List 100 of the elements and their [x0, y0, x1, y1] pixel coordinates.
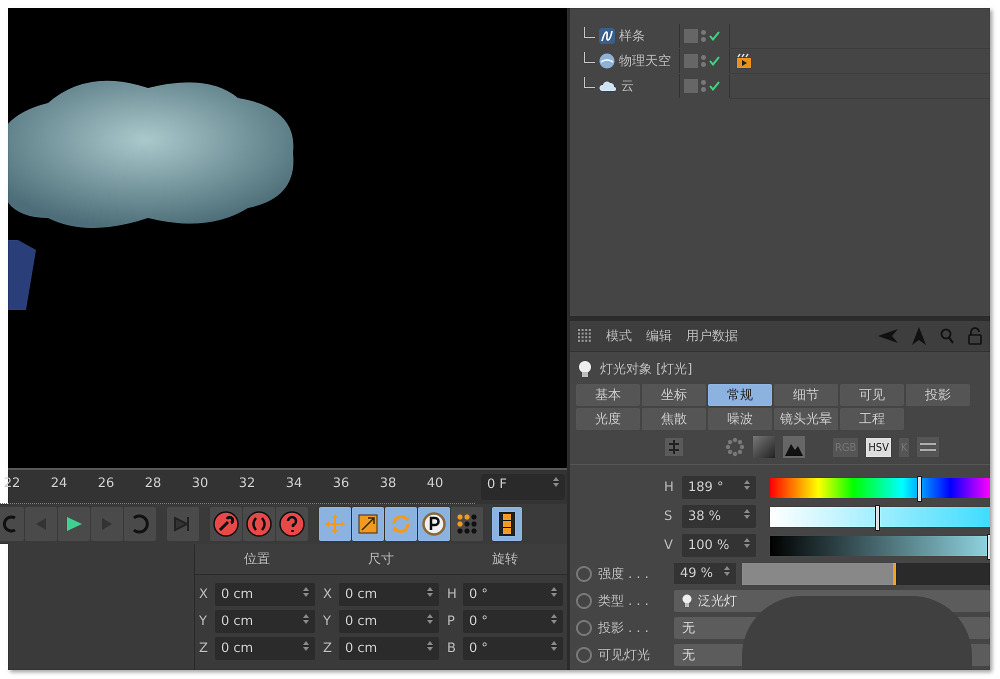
image-icon[interactable]	[783, 436, 805, 458]
spinner-arrows-icon[interactable]	[551, 614, 557, 624]
film-strip-icon	[499, 512, 515, 536]
dots-tool-button[interactable]	[451, 507, 483, 541]
sliders-icon[interactable]	[917, 437, 940, 457]
tab[interactable]: 常规	[708, 384, 772, 406]
channel-label: H	[664, 480, 675, 495]
animate-radio[interactable]	[576, 566, 592, 582]
animate-radio[interactable]	[576, 646, 592, 662]
object-title: 灯光对象 [灯光]	[600, 361, 692, 378]
coordinate-field[interactable]: 0 °	[463, 583, 563, 606]
spinner-arrows-icon[interactable]	[427, 614, 433, 624]
visibility-dots[interactable]	[701, 55, 706, 67]
spinner-arrows-icon[interactable]	[303, 587, 309, 597]
intensity-field[interactable]: 49 %	[674, 563, 736, 584]
help-icon	[279, 511, 305, 537]
tab[interactable]: 光度	[576, 408, 640, 430]
light-bulb-icon	[578, 360, 592, 378]
spinner-arrows-icon[interactable]	[303, 641, 309, 651]
channel-field[interactable]: 38 %	[682, 505, 756, 528]
channel-label: S	[664, 509, 674, 524]
object-name[interactable]: 物理天空	[619, 52, 671, 70]
tab[interactable]: 镜头光晕	[774, 408, 838, 430]
check-icon[interactable]	[709, 56, 720, 66]
coordinate-field[interactable]: 0 cm	[215, 637, 315, 660]
tab[interactable]: 噪波	[708, 408, 772, 430]
spinner-arrows-icon[interactable]	[744, 480, 750, 490]
channel-field[interactable]: 100 %	[682, 534, 756, 557]
parameter-label: 类型 . . .	[598, 592, 650, 610]
spinner-arrows-icon[interactable]	[427, 641, 433, 651]
visibility-dots[interactable]	[701, 30, 706, 42]
tab[interactable]: 工程	[840, 408, 904, 430]
intensity-slider[interactable]	[742, 562, 990, 584]
animate-radio[interactable]	[576, 592, 592, 608]
coordinate-field[interactable]: 0 °	[463, 610, 563, 633]
point-tool-button[interactable]	[418, 507, 450, 541]
visibility-dots[interactable]	[701, 80, 706, 92]
check-icon[interactable]	[709, 31, 720, 41]
spinner-arrows-icon[interactable]	[551, 587, 557, 597]
tab[interactable]: 焦散	[642, 408, 706, 430]
key-icon	[213, 511, 239, 537]
coordinate-field[interactable]: 0 cm	[215, 610, 315, 633]
coordinate-field[interactable]: 0 cm	[339, 583, 439, 606]
record-key-button[interactable]	[210, 507, 242, 541]
frame-number: 30	[190, 476, 210, 493]
parameter-label: 强度 . . .	[598, 566, 650, 582]
color-wheel-icon[interactable]	[725, 437, 745, 457]
axis-label: X	[323, 587, 333, 602]
spinner-arrows-icon[interactable]	[744, 538, 750, 548]
frame-number: 32	[238, 476, 256, 493]
spinner-arrows-icon[interactable]	[551, 641, 557, 651]
p-circle-icon	[422, 512, 446, 536]
animate-radio[interactable]	[576, 620, 592, 636]
loop-icon	[130, 514, 150, 534]
loop-button[interactable]	[124, 507, 156, 541]
rewind-button[interactable]	[0, 507, 24, 541]
grid-icon[interactable]	[578, 329, 592, 343]
frame-field[interactable]: 0 F	[481, 474, 565, 500]
frame-number: 38	[378, 476, 398, 493]
help-button[interactable]	[276, 507, 308, 541]
object-name[interactable]: 云	[621, 77, 634, 95]
play-button[interactable]	[58, 507, 90, 541]
auto-key-button[interactable]	[243, 507, 275, 541]
spinner-arrows-icon[interactable]	[427, 587, 433, 597]
rewind-icon	[0, 515, 17, 533]
coordinate-field[interactable]: 0 cm	[339, 637, 439, 660]
check-icon[interactable]	[709, 81, 720, 91]
channel-field[interactable]: 189 °	[682, 476, 756, 499]
frame-number: 36	[332, 476, 350, 493]
spline-icon	[599, 28, 615, 44]
move-arrows-icon	[324, 513, 346, 535]
menu-item[interactable]: 编辑	[646, 327, 672, 345]
dot-grid-icon	[456, 513, 478, 535]
film-tool-button[interactable]	[492, 507, 522, 541]
spinner-arrows-icon[interactable]	[553, 477, 559, 487]
spinner-arrows-icon[interactable]	[303, 614, 309, 624]
object-name[interactable]: 样条	[619, 27, 645, 45]
color-mode-button[interactable]: HSV	[866, 438, 891, 456]
menu-item[interactable]: 用户数据	[686, 327, 738, 345]
scale-tool-button[interactable]	[352, 507, 384, 541]
frame-number: 40	[426, 476, 444, 493]
clapperboard-tag-icon[interactable]	[736, 53, 752, 69]
axis-label: X	[199, 587, 209, 602]
spinner-arrows-icon[interactable]	[724, 566, 730, 576]
coordinate-field[interactable]: 0 °	[463, 637, 563, 660]
tab[interactable]: 坐标	[642, 384, 706, 406]
rotate-icon	[390, 513, 412, 535]
tab[interactable]: 可见	[840, 384, 904, 406]
coordinate-field[interactable]: 0 cm	[215, 583, 315, 606]
coordinate-field[interactable]: 0 cm	[339, 610, 439, 633]
channel-label: V	[664, 538, 674, 553]
slider-thumb[interactable]	[916, 476, 922, 502]
slider-thumb[interactable]	[874, 504, 880, 530]
menu-item[interactable]: 模式	[606, 327, 632, 345]
axis-label: Z	[199, 641, 209, 656]
gradient-square-icon[interactable]	[753, 436, 775, 458]
tab[interactable]: 基本	[576, 384, 640, 406]
spinner-arrows-icon[interactable]	[744, 509, 750, 519]
tab[interactable]: 投影	[906, 384, 970, 406]
tab[interactable]: 细节	[774, 384, 838, 406]
